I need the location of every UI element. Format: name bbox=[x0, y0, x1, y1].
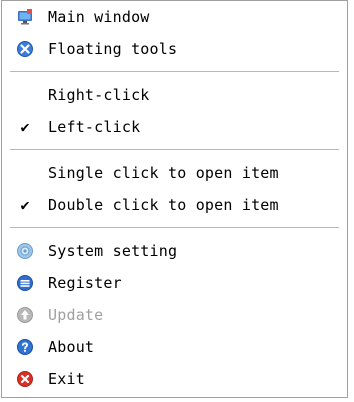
menu-item-system-setting[interactable]: System setting bbox=[2, 235, 347, 267]
menu-item-update[interactable]: Update bbox=[2, 299, 347, 331]
menu-item-right-click[interactable]: Right-click bbox=[2, 79, 347, 111]
menu-item-label: System setting bbox=[48, 242, 178, 260]
exit-icon bbox=[2, 363, 48, 395]
context-menu: Main window Floating tools Right-click ✔… bbox=[1, 0, 348, 398]
checkmark-glyph: ✔ bbox=[20, 117, 30, 136]
menu-item-label: Main window bbox=[48, 8, 150, 26]
tools-icon bbox=[2, 33, 48, 65]
menu-item-exit[interactable]: Exit bbox=[2, 363, 347, 395]
check-gutter bbox=[2, 79, 48, 111]
menu-item-left-click[interactable]: ✔ Left-click bbox=[2, 111, 347, 143]
checkmark-icon: ✔ bbox=[2, 111, 48, 143]
menu-item-label: Double click to open item bbox=[48, 196, 279, 214]
menu-item-floating-tools[interactable]: Floating tools bbox=[2, 33, 347, 65]
menu-item-label: Floating tools bbox=[48, 40, 178, 58]
menu-separator bbox=[2, 221, 347, 235]
menu-separator bbox=[2, 65, 347, 79]
checkmark-glyph: ✔ bbox=[20, 195, 30, 214]
menu-item-label: Left-click bbox=[48, 118, 141, 136]
update-icon bbox=[2, 299, 48, 331]
menu-item-single-click-open[interactable]: Single click to open item bbox=[2, 157, 347, 189]
menu-item-main-window[interactable]: Main window bbox=[2, 1, 347, 33]
menu-item-double-click-open[interactable]: ✔ Double click to open item bbox=[2, 189, 347, 221]
menu-item-label: Right-click bbox=[48, 86, 150, 104]
monitor-icon bbox=[2, 1, 48, 33]
menu-separator bbox=[2, 143, 347, 157]
menu-item-register[interactable]: Register bbox=[2, 267, 347, 299]
menu-item-label: Register bbox=[48, 274, 122, 292]
check-gutter bbox=[2, 157, 48, 189]
menu-item-label: Single click to open item bbox=[48, 164, 279, 182]
menu-item-label: Update bbox=[48, 306, 104, 324]
settings-icon bbox=[2, 235, 48, 267]
checkmark-icon: ✔ bbox=[2, 189, 48, 221]
about-icon bbox=[2, 331, 48, 363]
menu-item-label: Exit bbox=[48, 370, 85, 388]
register-icon bbox=[2, 267, 48, 299]
menu-item-label: About bbox=[48, 338, 95, 356]
menu-item-about[interactable]: About bbox=[2, 331, 347, 363]
